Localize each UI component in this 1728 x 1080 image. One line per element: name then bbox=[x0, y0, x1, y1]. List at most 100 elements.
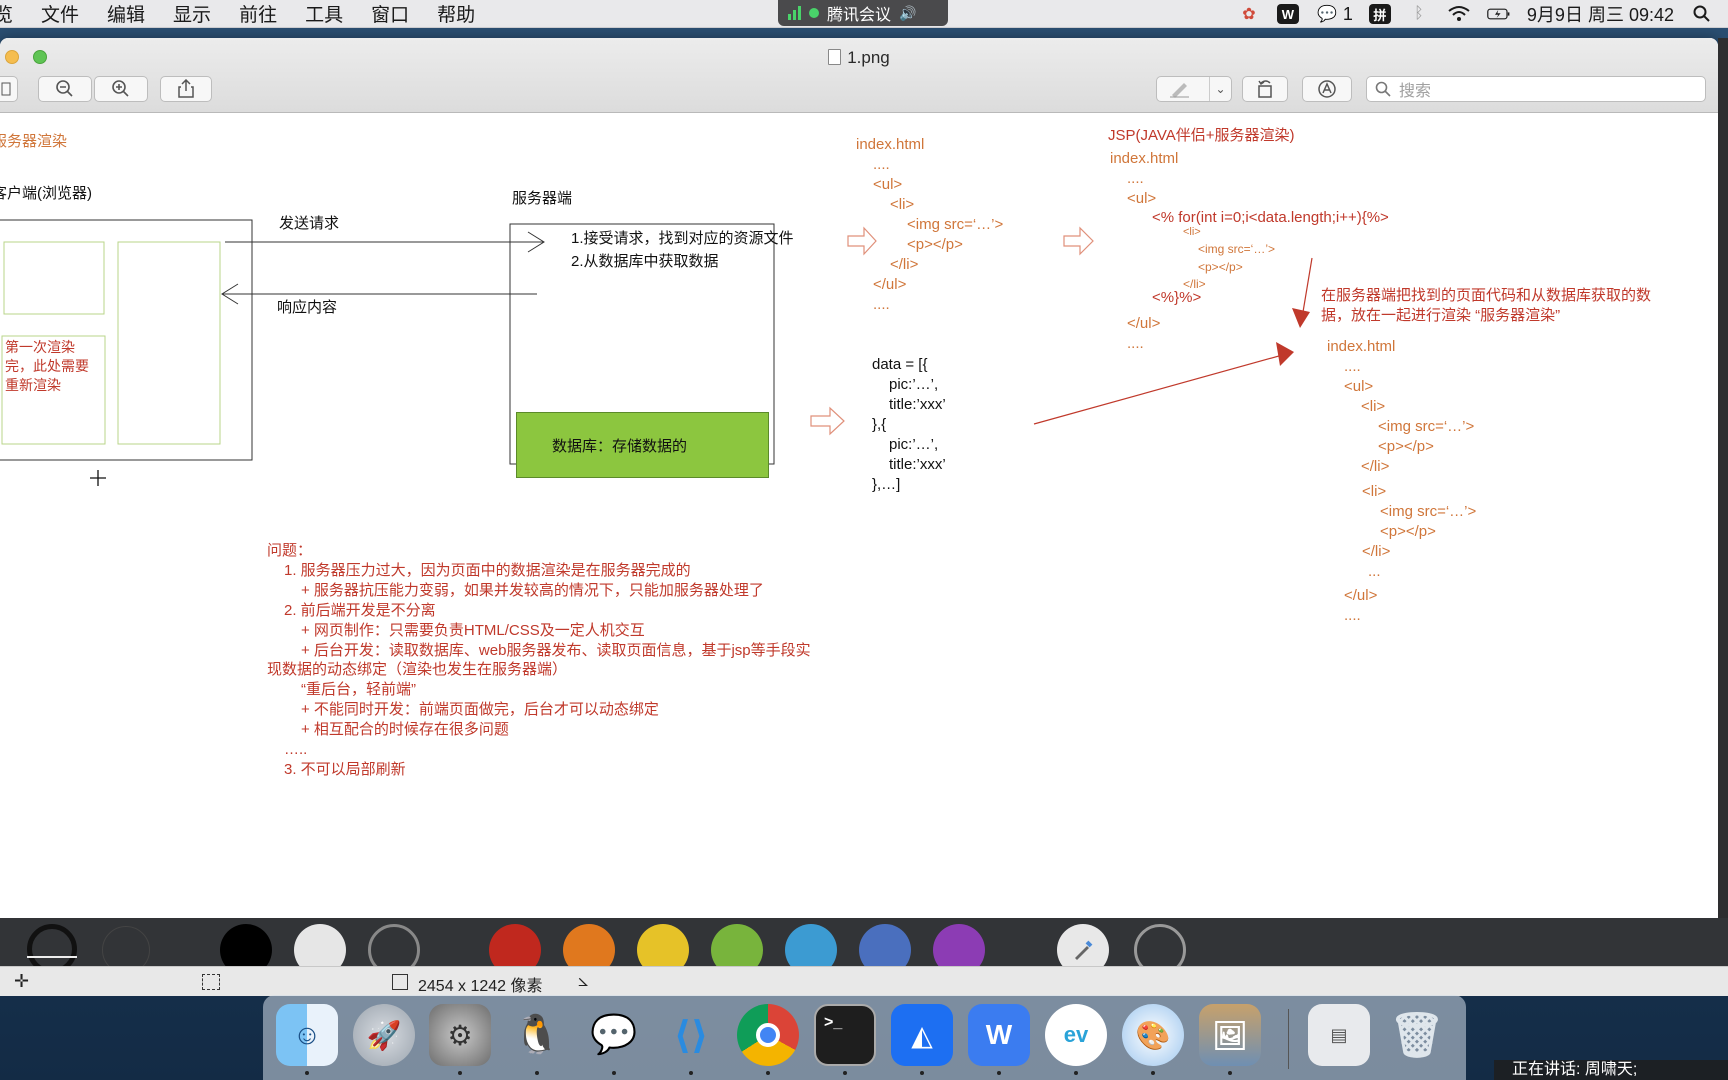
code-line: <p></p> bbox=[907, 236, 963, 253]
zoom-out-icon bbox=[56, 80, 73, 97]
search-field[interactable]: 搜索 bbox=[1366, 76, 1706, 102]
dock-qq[interactable]: 🐧 bbox=[506, 1004, 568, 1066]
sidebar-toggle-button[interactable] bbox=[0, 76, 18, 102]
dock-network-folder[interactable]: ▤ bbox=[1308, 1004, 1370, 1066]
data-line: title:’xxx’ bbox=[889, 396, 946, 413]
result-line: ... bbox=[1368, 563, 1381, 580]
rerender-note-line-2: 完，此处需要 bbox=[5, 358, 89, 374]
wifi-icon[interactable] bbox=[1447, 3, 1471, 25]
zoom-out-button[interactable] bbox=[38, 76, 92, 102]
running-indicator bbox=[1074, 1071, 1078, 1075]
recording-dot-icon bbox=[809, 8, 819, 18]
dock-wechat[interactable]: 💬 bbox=[583, 1004, 645, 1066]
menu-edit[interactable]: 编辑 bbox=[93, 0, 159, 27]
dock-preview[interactable]: 🖼 bbox=[1199, 1004, 1261, 1066]
bluetooth-icon[interactable]: ᛒ bbox=[1407, 3, 1431, 25]
diagram-heading: 服务器渲染 bbox=[0, 133, 68, 150]
result-line: </li> bbox=[1362, 543, 1391, 560]
markup-icon bbox=[1318, 80, 1336, 98]
code-line: <ul> bbox=[873, 176, 903, 193]
menu-go[interactable]: 前往 bbox=[225, 0, 291, 27]
render-note-line-1: 在服务器端把找到的页面代码和从数据库获取的数 bbox=[1321, 287, 1652, 304]
code-line: <img src=‘…’> bbox=[907, 216, 1004, 233]
wps-tray-icon[interactable]: W bbox=[1276, 4, 1299, 24]
result-line: .... bbox=[1344, 607, 1361, 624]
problem-line: + 网页制作：只需要负责HTML/CSS及一定人机交互 bbox=[301, 622, 645, 639]
result-line: <li> bbox=[1361, 398, 1386, 415]
menu-preview[interactable]: 览 bbox=[0, 0, 27, 27]
dock: ☺ 🚀 ⚙ 🐧 💬 ⟨⟩ >_ ◭ W ev 🎨 🖼 ▤ 🗑 bbox=[263, 995, 1466, 1080]
pen-icon bbox=[1170, 83, 1189, 98]
problem-line: “重后台，轻前端” bbox=[301, 681, 416, 698]
response-label: 响应内容 bbox=[277, 299, 338, 316]
window-title: 1.png bbox=[0, 48, 1718, 68]
zoom-in-button[interactable] bbox=[94, 76, 148, 102]
image-file-icon bbox=[828, 49, 842, 65]
menu-help[interactable]: 帮助 bbox=[423, 0, 489, 27]
search-icon[interactable] bbox=[1690, 3, 1714, 25]
markup-pen-button[interactable]: ⌄ bbox=[1156, 76, 1232, 102]
result-line: <ul> bbox=[1344, 378, 1374, 395]
running-indicator bbox=[535, 1071, 539, 1075]
result-line: <img src=‘…’> bbox=[1380, 503, 1477, 520]
dock-system-preferences[interactable]: ⚙ bbox=[429, 1004, 491, 1066]
image-dimensions: 2454 x 1242 像素 bbox=[418, 978, 543, 995]
chevron-down-icon[interactable]: ⌄ bbox=[1209, 77, 1231, 101]
search-placeholder: 搜索 bbox=[1399, 83, 1432, 100]
share-button[interactable] bbox=[160, 76, 212, 102]
wechat-tray-icon[interactable]: 💬 bbox=[1315, 3, 1339, 25]
menu-tools[interactable]: 工具 bbox=[291, 0, 357, 27]
result-line: <li> bbox=[1362, 483, 1387, 500]
problem-line: 问题： bbox=[267, 542, 313, 559]
menu-file[interactable]: 文件 bbox=[27, 0, 93, 27]
data-line: title:’xxx’ bbox=[889, 456, 946, 473]
eyedropper-icon bbox=[1075, 940, 1093, 960]
dock-vscode[interactable]: ⟨⟩ bbox=[660, 1004, 722, 1066]
send-request-label: 发送请求 bbox=[279, 215, 340, 232]
result-line: </ul> bbox=[1344, 587, 1378, 604]
running-indicator bbox=[1228, 1071, 1232, 1075]
selection-icon[interactable] bbox=[202, 974, 220, 990]
dock-trash[interactable]: 🗑 bbox=[1386, 1004, 1448, 1066]
dock-launchpad[interactable]: 🚀 bbox=[353, 1004, 415, 1066]
meeting-indicator[interactable]: 腾讯会议 🔊 bbox=[778, 0, 948, 26]
data-line: pic:’…’, bbox=[889, 436, 939, 453]
rotate-button[interactable] bbox=[1242, 76, 1288, 102]
problem-line: 1. 服务器压力过大，因为页面中的数据渲染是在服务器完成的 bbox=[284, 562, 691, 579]
battery-icon[interactable] bbox=[1487, 3, 1511, 25]
dock-finder[interactable]: ☺ bbox=[276, 1004, 338, 1066]
input-method-icon[interactable]: 拼 bbox=[1368, 4, 1391, 24]
result-line: <img src=‘…’> bbox=[1378, 418, 1475, 435]
status-bar: ✛ 2454 x 1242 像素 ⦣ bbox=[0, 966, 1728, 996]
move-cursor-icon[interactable]: ✛ bbox=[14, 971, 29, 992]
jsp-line: <img src=‘…’> bbox=[1198, 242, 1276, 256]
clock[interactable]: 9月9日 周三 09:42 bbox=[1527, 1, 1674, 27]
dock-tencent-meeting[interactable]: ◭ bbox=[891, 1004, 953, 1066]
share-icon bbox=[178, 79, 194, 98]
code-line: <li> bbox=[890, 196, 915, 213]
meeting-label: 腾讯会议 bbox=[827, 7, 892, 24]
dock-ev-recorder[interactable]: ev bbox=[1045, 1004, 1107, 1066]
result-line: <p></p> bbox=[1380, 523, 1436, 540]
data-line: pic:’…’, bbox=[889, 376, 939, 393]
dock-terminal[interactable]: >_ bbox=[814, 1004, 876, 1066]
result-line: <p></p> bbox=[1378, 438, 1434, 455]
dock-wps[interactable]: W bbox=[968, 1004, 1030, 1066]
server-step-1: 1.接受请求，找到对应的资源文件 bbox=[571, 230, 794, 247]
jsp-title: JSP(JAVA伴侣+服务器渲染) bbox=[1108, 127, 1295, 144]
dock-chrome[interactable] bbox=[737, 1004, 799, 1066]
angle-icon[interactable]: ⦣ bbox=[578, 970, 588, 991]
running-indicator bbox=[458, 1071, 462, 1075]
data-line: },…] bbox=[872, 476, 901, 493]
flower-app-icon[interactable]: ✿ bbox=[1237, 3, 1261, 25]
annotate-button[interactable] bbox=[1302, 76, 1352, 102]
menu-view[interactable]: 显示 bbox=[159, 0, 225, 27]
code-line: index.html bbox=[856, 136, 925, 153]
wechat-count: 1 bbox=[1342, 3, 1353, 24]
problem-line: + 相互配合的时候存在很多问题 bbox=[301, 721, 509, 738]
dock-paint[interactable]: 🎨 bbox=[1122, 1004, 1184, 1066]
markup-toolbar bbox=[0, 918, 1728, 976]
running-indicator bbox=[997, 1071, 1001, 1075]
menu-window[interactable]: 窗口 bbox=[357, 0, 423, 27]
running-indicator bbox=[766, 1071, 770, 1075]
